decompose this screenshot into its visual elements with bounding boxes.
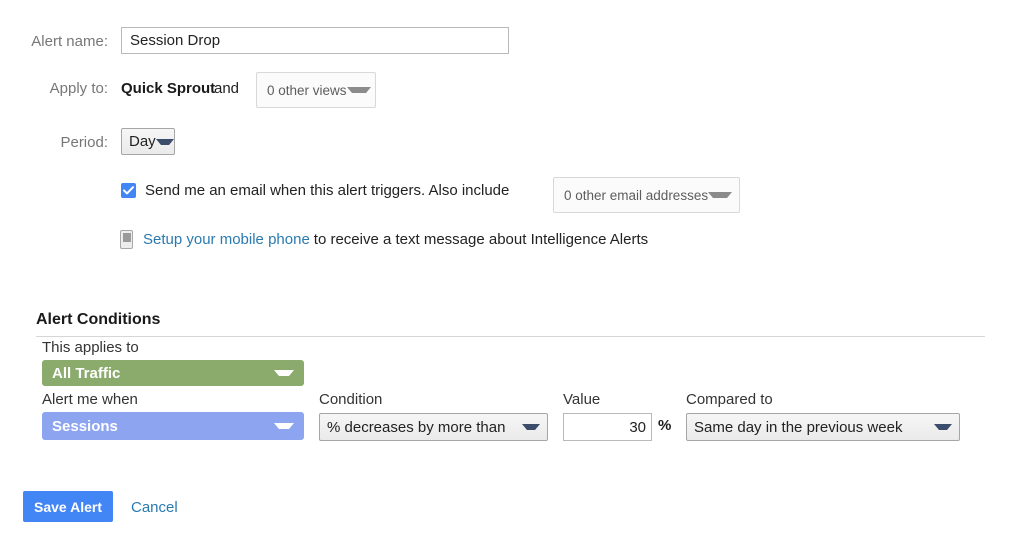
chevron-down-icon xyxy=(346,87,371,93)
setup-mobile-phone-link[interactable]: Setup your mobile phone xyxy=(143,231,310,248)
apply-to-conjunction: and xyxy=(214,80,240,97)
condition-select-value: % decreases by more than xyxy=(327,418,506,436)
alert-name-input[interactable] xyxy=(121,27,509,54)
value-input[interactable] xyxy=(563,413,652,441)
alert-me-when-label: Alert me when xyxy=(42,391,138,408)
other-views-select-value: 0 other views xyxy=(267,82,347,98)
period-label: Period: xyxy=(60,134,108,151)
other-emails-select[interactable]: 0 other email addresses xyxy=(553,177,740,213)
chevron-down-icon xyxy=(274,370,294,376)
other-emails-select-value: 0 other email addresses xyxy=(564,187,709,203)
chevron-down-icon xyxy=(155,138,174,145)
chevron-down-icon xyxy=(274,423,294,429)
period-select[interactable]: Day xyxy=(121,128,175,155)
applies-to-select-value: All Traffic xyxy=(52,364,121,382)
alert-me-when-select[interactable]: Sessions xyxy=(42,412,304,440)
other-views-select[interactable]: 0 other views xyxy=(256,72,376,108)
mobile-notification-text: to receive a text message about Intellig… xyxy=(313,231,649,248)
compared-to-select[interactable]: Same day in the previous week xyxy=(686,413,960,441)
apply-to-label: Apply to: xyxy=(49,80,108,97)
alert-me-when-select-value: Sessions xyxy=(52,417,118,435)
alert-conditions-heading: Alert Conditions xyxy=(36,311,161,328)
apply-to-profile-name: Quick Sprout xyxy=(121,80,216,97)
email-notification-row: Send me an email when this alert trigger… xyxy=(121,182,509,199)
cancel-link[interactable]: Cancel xyxy=(131,499,178,516)
value-label: Value xyxy=(563,391,601,408)
compared-to-select-value: Same day in the previous week xyxy=(694,418,903,436)
condition-label: Condition xyxy=(319,391,383,408)
section-divider xyxy=(36,336,985,337)
chevron-down-icon xyxy=(934,424,952,430)
mobile-notification-row: Setup your mobile phone to receive a tex… xyxy=(120,230,648,249)
mobile-phone-icon xyxy=(120,230,133,249)
email-notification-checkbox[interactable] xyxy=(121,183,136,198)
compared-to-label: Compared to xyxy=(686,391,773,408)
alert-name-label: Alert name: xyxy=(31,33,108,50)
period-select-value: Day xyxy=(129,133,156,150)
percent-unit-label: % xyxy=(658,417,672,434)
applies-to-label: This applies to xyxy=(42,339,139,356)
condition-select[interactable]: % decreases by more than xyxy=(319,413,548,441)
chevron-down-icon xyxy=(522,424,540,430)
check-icon xyxy=(123,186,134,195)
save-alert-button[interactable]: Save Alert xyxy=(23,491,113,522)
email-notification-label: Send me an email when this alert trigger… xyxy=(145,182,510,199)
chevron-down-icon xyxy=(708,192,733,198)
applies-to-select[interactable]: All Traffic xyxy=(42,360,304,386)
